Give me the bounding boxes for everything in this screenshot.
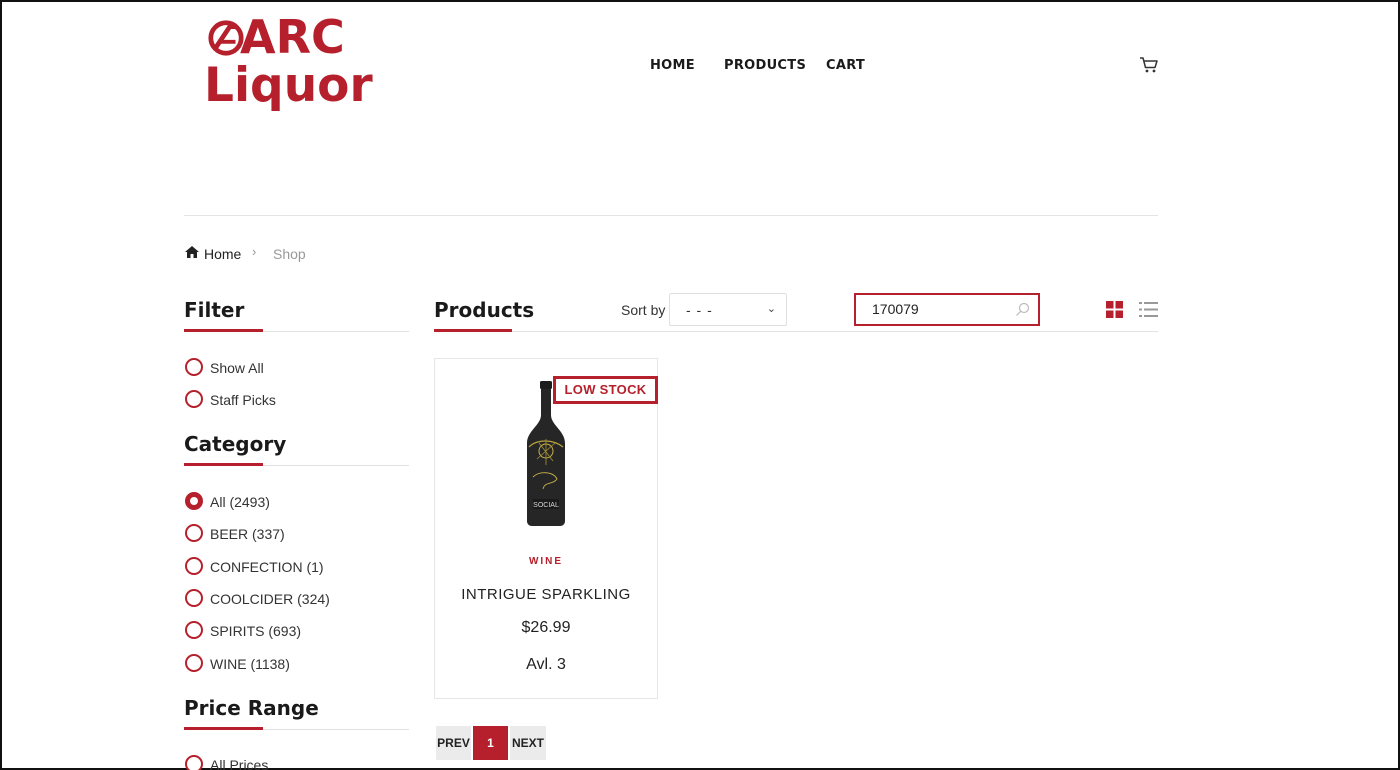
- pagination-prev-button[interactable]: PREV: [436, 726, 471, 760]
- breadcrumb-separator: ›: [252, 244, 257, 259]
- header-divider: [184, 215, 1158, 216]
- search-icon[interactable]: [1015, 302, 1030, 317]
- price-label-all-prices[interactable]: All Prices: [210, 757, 268, 770]
- category-radio-spirits[interactable]: [185, 621, 203, 639]
- price-range-underline: [184, 727, 263, 730]
- brand-logo[interactable]: ARC Liquor: [204, 14, 379, 119]
- category-label-wine[interactable]: WINE (1138): [210, 656, 290, 672]
- products-underline: [434, 329, 512, 332]
- product-availability: Avl. 3: [526, 656, 566, 673]
- low-stock-badge: LOW STOCK: [553, 376, 658, 404]
- breadcrumb-home-link[interactable]: Home: [204, 246, 241, 262]
- category-radio-wine[interactable]: [185, 654, 203, 672]
- nav-products-link[interactable]: PRODUCTS: [724, 58, 806, 73]
- brand-name-line2: Liquor: [204, 58, 373, 113]
- search-input[interactable]: [872, 301, 1012, 317]
- price-radio-all-prices[interactable]: [185, 755, 203, 770]
- sort-label: Sort by: [621, 302, 666, 318]
- grid-view-icon[interactable]: [1106, 301, 1123, 318]
- nav-cart-link[interactable]: CART: [826, 58, 865, 73]
- home-icon[interactable]: [184, 245, 200, 259]
- products-heading: Products: [434, 298, 535, 322]
- category-label-beer[interactable]: BEER (337): [210, 526, 285, 542]
- category-underline: [184, 463, 263, 466]
- breadcrumb-current: Shop: [273, 246, 306, 262]
- category-heading: Category: [184, 432, 287, 456]
- product-card[interactable]: SOCIAL LOW STOCK WINE INTRIGUE SPARKLING…: [434, 358, 658, 699]
- brand-name-line1: ARC: [240, 10, 345, 64]
- sort-selected-value: - - -: [686, 302, 713, 318]
- filter-radio-show-all[interactable]: [185, 358, 203, 376]
- products-divider: [434, 331, 1158, 332]
- price-range-heading: Price Range: [184, 696, 319, 720]
- search-field[interactable]: [854, 293, 1040, 326]
- category-radio-confection[interactable]: [185, 557, 203, 575]
- product-price: $26.99: [521, 619, 571, 636]
- sort-select[interactable]: - - - ⌄: [669, 293, 787, 326]
- filter-radio-staff-picks[interactable]: [185, 390, 203, 408]
- cart-icon[interactable]: [1139, 56, 1159, 74]
- pagination-next-button[interactable]: NEXT: [510, 726, 546, 760]
- category-label-all[interactable]: All (2493): [210, 494, 270, 510]
- nav-home-link[interactable]: HOME: [650, 58, 695, 73]
- bottle-label-text: SOCIAL: [533, 502, 559, 509]
- list-view-icon[interactable]: [1139, 301, 1158, 318]
- category-label-confection[interactable]: CONFECTION (1): [210, 559, 324, 575]
- chevron-down-icon: ⌄: [766, 303, 776, 315]
- filter-heading: Filter: [184, 298, 245, 322]
- filter-label-show-all[interactable]: Show All: [210, 360, 264, 376]
- filter-underline: [184, 329, 263, 332]
- category-label-coolcider[interactable]: COOLCIDER (324): [210, 591, 330, 607]
- category-radio-coolcider[interactable]: [185, 589, 203, 607]
- category-radio-all[interactable]: [185, 492, 203, 510]
- product-category: WINE: [528, 556, 564, 567]
- product-name[interactable]: INTRIGUE SPARKLING: [435, 586, 657, 603]
- filter-label-staff-picks[interactable]: Staff Picks: [210, 392, 276, 408]
- pagination-page-1[interactable]: 1: [473, 726, 508, 760]
- category-radio-beer[interactable]: [185, 524, 203, 542]
- category-label-spirits[interactable]: SPIRITS (693): [210, 623, 301, 639]
